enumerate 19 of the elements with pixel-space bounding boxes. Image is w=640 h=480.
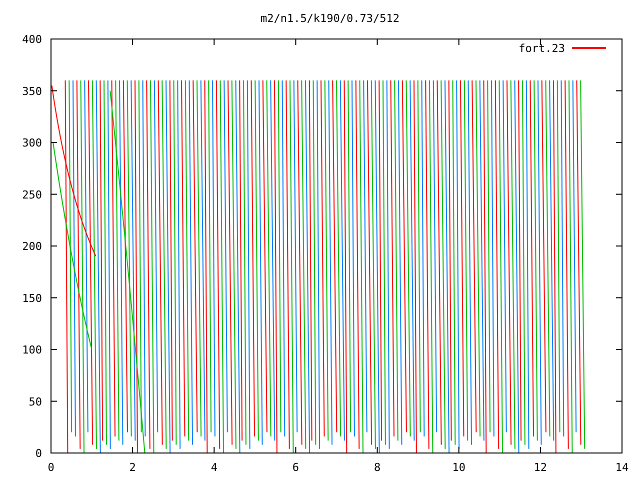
x-tick-label: 12: [534, 461, 548, 474]
x-tick-label: 8: [374, 461, 381, 474]
y-tick-label: 200: [22, 240, 42, 253]
x-tick-label: 2: [129, 461, 136, 474]
y-tick-label: 350: [22, 84, 42, 98]
legend-label: fort.23: [518, 42, 565, 55]
y-tick-label: 150: [22, 292, 42, 305]
y-tick-label: 300: [22, 136, 42, 150]
y-tick-label: 400: [22, 33, 42, 46]
y-tick-label: 0: [35, 447, 42, 460]
x-tick-label: 14: [615, 461, 629, 474]
x-tick-label: 4: [210, 461, 218, 474]
x-tick-label: 0: [48, 461, 54, 474]
y-tick-label: 50: [28, 395, 42, 408]
x-tick-label: 6: [292, 461, 300, 474]
x-tick-label: 10: [452, 461, 466, 474]
chart-title: m2/n1.5/k190/0.73/512: [260, 12, 400, 25]
y-tick-label: 250: [22, 188, 42, 202]
y-tick-label: 100: [22, 344, 42, 356]
